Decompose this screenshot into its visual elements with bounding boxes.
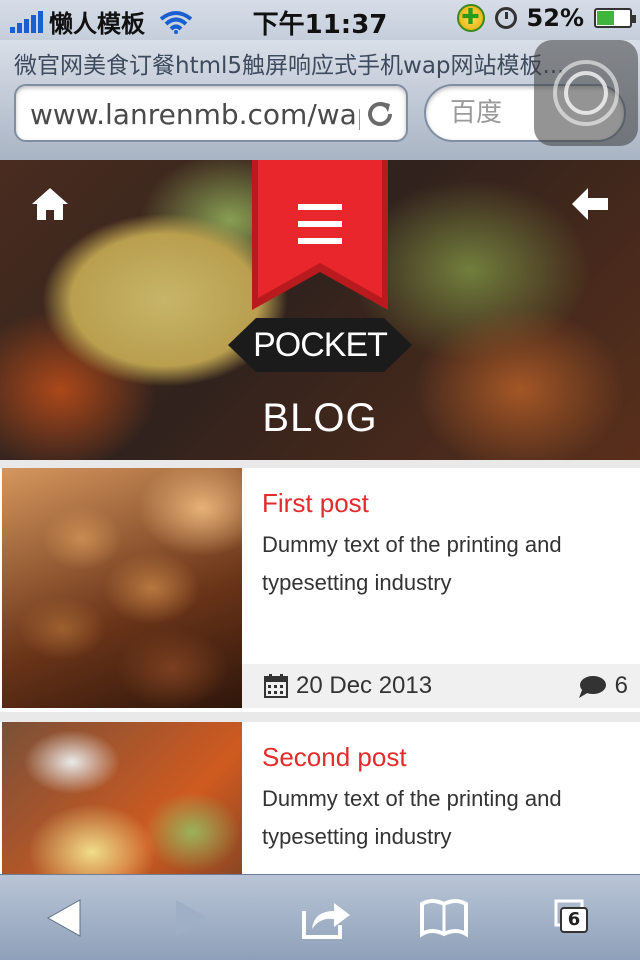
logo-text: POCKET xyxy=(253,326,388,364)
battery-icon xyxy=(594,8,636,28)
comment-icon xyxy=(579,676,606,698)
comment-count: 6 xyxy=(614,672,628,699)
back-button[interactable] xyxy=(34,893,94,943)
post-title[interactable]: First post xyxy=(262,488,369,519)
post-title[interactable]: Second post xyxy=(262,742,407,773)
post-card[interactable]: First post Dummy text of the printing an… xyxy=(0,468,640,712)
browser-chrome: 微官网美食订餐html5触屏响应式手机wap网站模板... www.lanren… xyxy=(0,40,640,160)
post-meta: 20 Dec 2013 6 xyxy=(242,664,640,708)
forward-button[interactable] xyxy=(162,893,222,943)
post-list: First post Dummy text of the printing an… xyxy=(0,460,640,874)
post-date: 20 Dec 2013 xyxy=(296,672,433,699)
share-button[interactable] xyxy=(296,893,356,943)
hero-title: BLOG xyxy=(262,396,378,440)
bookmarks-button[interactable] xyxy=(414,893,474,943)
hamburger-icon[interactable] xyxy=(298,204,342,244)
post-excerpt: Dummy text of the printing and typesetti… xyxy=(262,532,562,595)
reload-icon[interactable] xyxy=(364,98,396,130)
address-bar[interactable]: www.lanrenmb.com/wap xyxy=(14,84,408,142)
post-thumbnail[interactable] xyxy=(2,468,242,708)
page-title: 微官网美食订餐html5触屏响应式手机wap网站模板... xyxy=(14,53,565,79)
security-plus-icon: ✚ xyxy=(456,4,485,32)
battery-percent: 52% xyxy=(526,4,584,32)
home-icon[interactable] xyxy=(30,186,70,222)
back-arrow-icon xyxy=(46,899,81,937)
address-url[interactable]: www.lanrenmb.com/wap xyxy=(30,98,360,131)
status-bar: 懒人模板 下午11:37 ✚ 52% xyxy=(0,0,640,40)
battery-fill xyxy=(597,11,614,25)
hero-banner: POCKET BLOG xyxy=(0,160,640,460)
share-icon xyxy=(302,903,350,939)
alarm-clock-icon xyxy=(494,7,517,29)
arrow-left-icon[interactable] xyxy=(570,186,610,222)
assistive-touch-button[interactable] xyxy=(534,40,638,146)
status-right: ✚ 52% xyxy=(456,4,636,32)
forward-arrow-icon xyxy=(176,900,208,936)
browser-toolbar: 6 xyxy=(0,874,640,960)
app-screen: 懒人模板 下午11:37 ✚ 52% 微官网美食订餐html5触屏响应式手机wa… xyxy=(0,0,640,960)
post-thumbnail[interactable] xyxy=(2,722,242,874)
tab-count-badge: 6 xyxy=(560,907,588,933)
book-icon xyxy=(420,899,468,938)
calendar-icon xyxy=(264,674,288,698)
post-card[interactable]: Second post Dummy text of the printing a… xyxy=(0,722,640,874)
post-excerpt: Dummy text of the printing and typesetti… xyxy=(262,786,562,849)
assistive-touch-icon xyxy=(553,60,619,126)
